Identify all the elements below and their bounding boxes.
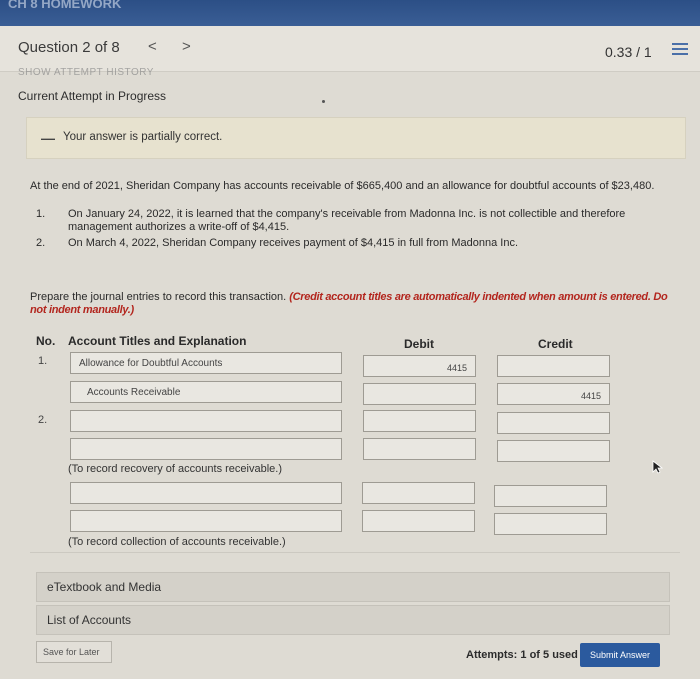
question-header: Question 2 of 8 < > 0.33 / 1: [0, 26, 700, 72]
save-for-later-button[interactable]: Save for Later: [36, 641, 112, 663]
credit-field[interactable]: [494, 513, 607, 535]
column-header-account: Account Titles and Explanation: [68, 334, 247, 348]
feedback-banner: — Your answer is partially correct.: [26, 117, 686, 159]
divider: [30, 552, 680, 553]
list-of-accounts-link[interactable]: List of Accounts: [36, 605, 670, 635]
debit-field[interactable]: 4415: [363, 355, 476, 377]
next-question-button[interactable]: >: [182, 38, 191, 55]
list-item-number: 1.: [36, 208, 46, 220]
credit-field[interactable]: [494, 485, 607, 507]
account-field[interactable]: [70, 482, 342, 504]
debit-field[interactable]: [362, 510, 475, 532]
partial-correct-icon: —: [41, 130, 55, 146]
hamburger-menu-icon[interactable]: [672, 43, 688, 57]
entry-explanation: (To record recovery of accounts receivab…: [68, 463, 282, 475]
problem-intro: At the end of 2021, Sheridan Company has…: [30, 180, 655, 192]
list-item-number: 2.: [36, 237, 46, 249]
entry-number: 2.: [38, 414, 48, 426]
credit-field[interactable]: [497, 355, 610, 377]
etextbook-link[interactable]: eTextbook and Media: [36, 572, 670, 602]
debit-field[interactable]: [363, 410, 476, 432]
submit-answer-button[interactable]: Submit Answer: [580, 643, 660, 667]
entry-explanation: (To record collection of accounts receiv…: [68, 536, 286, 548]
course-title: CH 8 HOMEWORK: [8, 0, 122, 11]
column-header-credit: Credit: [538, 337, 573, 351]
account-field[interactable]: Accounts Receivable: [70, 381, 342, 403]
credit-field[interactable]: [497, 440, 610, 462]
question-counter: Question 2 of 8: [18, 39, 120, 56]
stray-dot: [322, 100, 325, 103]
instructions: Prepare the journal entries to record th…: [30, 291, 680, 317]
debit-field[interactable]: [363, 438, 476, 460]
column-header-debit: Debit: [404, 337, 434, 351]
list-item-text: management authorizes a write-off of $4,…: [68, 221, 290, 233]
question-score: 0.33 / 1: [605, 44, 652, 60]
current-attempt-label: Current Attempt in Progress: [18, 89, 167, 103]
feedback-text: Your answer is partially correct.: [63, 131, 223, 143]
credit-field[interactable]: 4415: [497, 383, 610, 405]
instructions-text: Prepare the journal entries to record th…: [30, 291, 287, 303]
etextbook-label: eTextbook and Media: [47, 580, 162, 594]
list-item-text: On January 24, 2022, it is learned that …: [68, 208, 626, 220]
account-field[interactable]: Allowance for Doubtful Accounts: [70, 352, 342, 374]
debit-field[interactable]: [363, 383, 476, 405]
attempts-value: 1 of 5 used: [520, 649, 578, 661]
top-app-bar: CH 8 HOMEWORK: [0, 0, 700, 26]
account-field[interactable]: [70, 510, 342, 532]
mouse-cursor-icon: [652, 460, 664, 474]
credit-field[interactable]: [497, 412, 610, 434]
show-attempt-history-link[interactable]: SHOW ATTEMPT HISTORY: [18, 67, 154, 78]
account-field[interactable]: [70, 438, 342, 460]
attempts-counter: Attempts: 1 of 5 used: [466, 649, 578, 661]
debit-field[interactable]: [362, 482, 475, 504]
entry-number: 1.: [38, 355, 48, 367]
list-of-accounts-label: List of Accounts: [47, 613, 132, 627]
list-item-text: On March 4, 2022, Sheridan Company recei…: [68, 237, 519, 249]
column-header-no: No.: [36, 334, 56, 348]
account-field[interactable]: [70, 410, 342, 432]
attempts-label: Attempts:: [466, 649, 518, 661]
previous-question-button[interactable]: <: [148, 38, 157, 55]
